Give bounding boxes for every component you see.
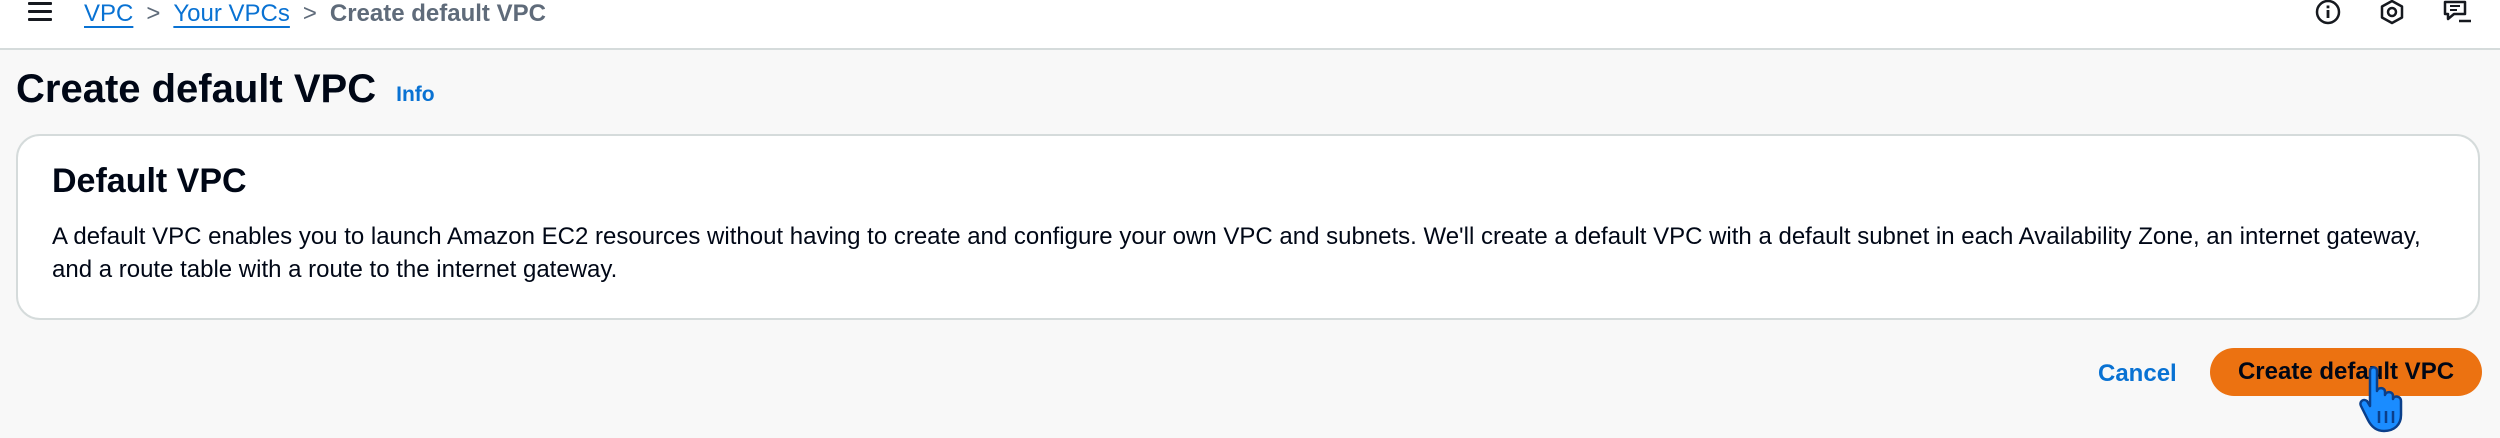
create-default-vpc-button[interactable]: Create default VPC [2210, 348, 2482, 396]
breadcrumb-link-vpc[interactable]: VPC [84, 0, 133, 28]
panel-description: A default VPC enables you to launch Amaz… [52, 223, 2421, 283]
hand-pointer-cursor [2358, 363, 2412, 433]
cancel-button[interactable]: Cancel [2098, 354, 2177, 394]
top-navigation-bar: VPC > Your VPCs > Create default VPC [0, 0, 2500, 50]
info-circle-icon[interactable] [2314, 0, 2346, 28]
breadcrumb-separator: > [146, 0, 161, 27]
breadcrumb-link-your-vpcs[interactable]: Your VPCs [173, 0, 290, 28]
breadcrumb-separator: > [302, 0, 317, 27]
breadcrumb-current: Create default VPC [329, 0, 546, 27]
panel-title: Default VPC [52, 162, 247, 200]
default-vpc-panel: Default VPC A default VPC enables you to… [16, 134, 2480, 320]
info-link[interactable]: Info [396, 83, 434, 107]
hamburger-menu-icon[interactable] [26, 0, 54, 28]
notification-icon[interactable] [2378, 0, 2410, 28]
page-header: Create default VPC Info [16, 64, 435, 114]
breadcrumb: VPC > Your VPCs > Create default VPC [84, 0, 546, 30]
page-title: Create default VPC [16, 66, 377, 111]
feedback-icon[interactable] [2442, 0, 2474, 28]
